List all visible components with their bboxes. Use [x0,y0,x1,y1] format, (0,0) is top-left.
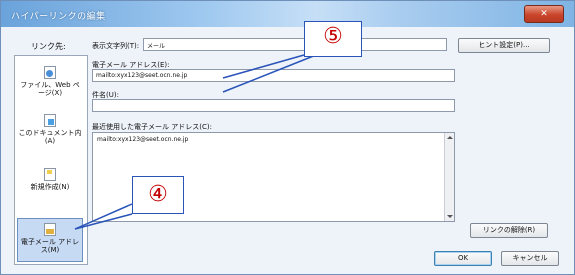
callout-5: ⑤ [304,21,362,57]
callout-pointer-lines [74,54,317,230]
callout-4: ④ [132,176,184,214]
pointer-line-5a [222,54,305,79]
